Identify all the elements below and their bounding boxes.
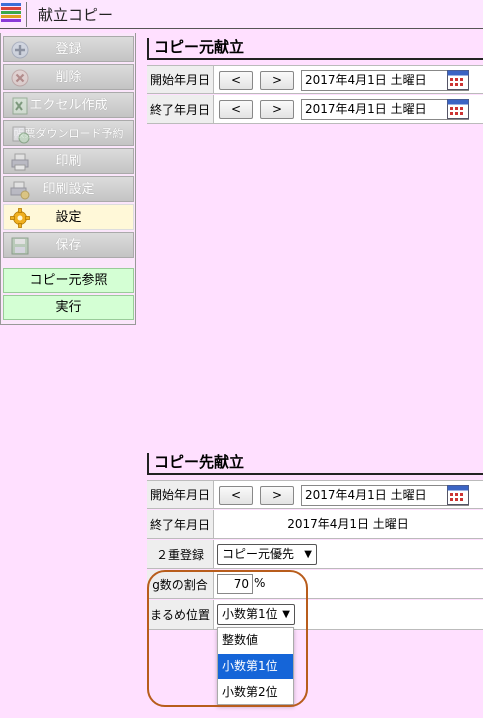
dest-end-row: 終了年月日 2017年4月1日 土曜日 [147,510,483,539]
excel-create-button[interactable]: エクセル作成 [3,92,134,118]
settings-button[interactable]: 設定 [3,204,134,230]
calendar-icon[interactable] [447,485,469,505]
calendar-icon[interactable] [447,99,469,119]
source-start-date-field[interactable]: 2017年4月1日 土曜日 [301,70,469,91]
source-start-row: 開始年月日 < > 2017年4月1日 土曜日 [147,65,483,94]
dest-section-title: コピー先献立 [147,451,244,473]
title-bar: 献立コピー [0,0,483,29]
source-end-next-button[interactable]: > [260,100,294,119]
app-grid-icon [1,3,21,25]
register-button[interactable]: 登録 [3,36,134,62]
printer-icon [11,153,29,171]
save-label: 保存 [55,238,82,253]
copy-source-reference-button[interactable]: コピー元参照 [3,268,134,293]
save-icon [11,237,29,255]
dest-start-next-button[interactable]: > [260,486,294,505]
source-end-date-field[interactable]: 2017年4月1日 土曜日 [301,99,469,120]
source-start-prev-button[interactable]: < [219,71,253,90]
source-start-label: 開始年月日 [147,66,214,93]
duplicate-select-value: コピー元優先 [222,547,295,561]
dest-start-label: 開始年月日 [147,481,214,508]
x-circle-icon [11,69,29,87]
printer-settings-icon [10,181,30,200]
window-title: 献立コピー [38,6,114,24]
settings-label: 設定 [55,210,82,225]
excel-icon [12,97,28,115]
print-settings-label: 印刷設定 [42,182,95,197]
download-reserve-button[interactable]: 帳票ダウンロード予約 [3,120,134,146]
chevron-down-icon: ▼ [304,549,312,560]
duplicate-select[interactable]: コピー元優先 ▼ [217,544,317,565]
save-button[interactable]: 保存 [3,232,134,258]
source-section-underline [147,58,483,60]
dest-start-prev-button[interactable]: < [219,486,253,505]
source-end-label: 終了年月日 [147,95,214,123]
plus-circle-icon [11,41,29,59]
dest-end-label: 終了年月日 [147,510,214,538]
download-reserve-label: 帳票ダウンロード予約 [13,127,124,140]
source-start-next-button[interactable]: > [260,71,294,90]
dest-section-underline [147,473,483,475]
print-settings-button[interactable]: 印刷設定 [3,176,134,202]
gear-icon [10,208,30,228]
sidebar: 登録 削除 エクセル作成 帳票ダウンロード予約 印刷 印刷設定 設定 保存 コピ… [0,33,136,325]
dest-start-date-field[interactable]: 2017年4月1日 土曜日 [301,485,469,506]
source-end-prev-button[interactable]: < [219,100,253,119]
excel-create-label: エクセル作成 [29,98,108,113]
source-end-row: 終了年月日 < > 2017年4月1日 土曜日 [147,95,483,124]
execute-button[interactable]: 実行 [3,295,134,320]
highlight-ring [147,570,308,707]
source-section-title: コピー元献立 [147,36,244,58]
duplicate-label: ２重登録 [147,540,214,568]
download-reserve-icon [12,126,30,144]
register-label: 登録 [55,42,82,57]
title-separator [26,2,27,27]
dest-end-date-text: 2017年4月1日 土曜日 [287,517,409,531]
calendar-icon[interactable] [447,70,469,90]
duplicate-row: ２重登録 コピー元優先 ▼ [147,540,483,569]
print-button[interactable]: 印刷 [3,148,134,174]
delete-label: 削除 [55,70,82,85]
print-label: 印刷 [55,154,82,169]
dest-start-row: 開始年月日 < > 2017年4月1日 土曜日 [147,480,483,509]
delete-button[interactable]: 削除 [3,64,134,90]
